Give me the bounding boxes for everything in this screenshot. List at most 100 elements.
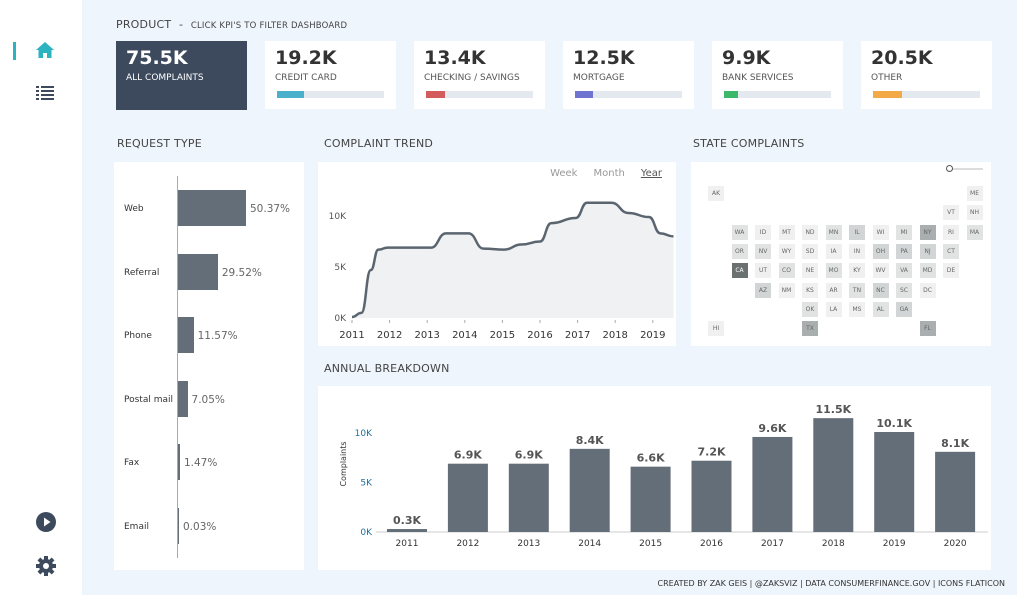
annual-bar[interactable] [508,463,549,532]
request-label: Phone [124,331,152,341]
state-tile[interactable]: OH [872,243,889,259]
state-tile[interactable]: NE [802,263,818,279]
request-bar[interactable] [178,507,179,544]
kpi-share-fill [426,91,446,98]
request-bar[interactable] [178,190,246,226]
annual-bar[interactable] [569,448,610,532]
request-bar[interactable] [178,317,194,353]
state-tile[interactable]: DC [919,282,936,298]
state-tile[interactable]: AR [825,282,842,298]
kpi-share-bar [873,91,980,98]
kpi-card[interactable]: 12.5K MORTGAGE [563,41,694,109]
annual-bar[interactable] [874,432,915,532]
state-tile[interactable]: MI [896,224,912,240]
annual-bar[interactable] [935,451,976,532]
request-label: Postal mail [124,394,173,405]
kpi-label: CHECKING / SAVINGS [424,73,520,83]
product-title: PRODUCT [116,18,172,31]
state-tile[interactable]: MD [919,263,936,279]
kpi-card[interactable]: 75.5K ALL COMPLAINTS [116,41,247,110]
state-tile[interactable]: OK [802,301,818,317]
state-tile[interactable]: AZ [755,282,771,298]
gear-icon[interactable] [36,556,56,576]
kpi-label: MORTGAGE [573,73,625,83]
state-tile[interactable]: TN [849,282,865,298]
state-tile[interactable]: CA [731,263,748,279]
state-tile[interactable]: NJ [919,243,936,259]
complaint-trend-panel: Week Month Year 0K 5K 10K 2011 2012 2013 2014 201… [318,162,676,346]
kpi-share-bar [575,91,682,98]
annual-bar[interactable] [813,418,854,532]
state-tile[interactable]: MS [849,301,865,317]
state-tile[interactable]: PA [896,243,912,259]
x-tick-label: 2013 [414,330,439,341]
state-tile[interactable]: WA [731,224,748,240]
state-tile[interactable]: ND [802,224,818,240]
bar-value-label: 11.5K [815,403,851,416]
request-bar[interactable] [178,444,180,480]
request-bar[interactable] [178,253,218,290]
state-tile[interactable]: TX [802,321,818,337]
request-label: Email [124,521,149,532]
state-tile[interactable]: UT [755,263,771,279]
state-tile[interactable]: NV [755,243,771,259]
state-tile[interactable]: KS [802,282,818,298]
kpi-card[interactable]: 20.5K OTHER [861,41,992,109]
bar-value-label: 6.6K [637,452,665,465]
annual-breakdown-title: ANNUAL BREAKDOWN [324,362,450,375]
home-icon[interactable] [35,41,55,59]
annual-bar[interactable] [447,463,488,532]
annual-bar[interactable] [387,529,427,532]
state-tile[interactable]: HI [708,321,724,337]
state-tile[interactable]: MT [778,224,795,240]
state-tile[interactable]: VA [896,263,912,279]
state-tile[interactable]: LA [825,301,842,317]
state-tile[interactable]: GA [896,301,912,317]
x-tick-label: 2017 [761,539,784,549]
state-tile[interactable]: SD [802,243,818,259]
kpi-card[interactable]: 13.4K CHECKING / SAVINGS [414,41,545,109]
trend-chart: 0K 5K 10K 2011 2012 2013 2014 2015 2016 2017 2018 2… [329,201,674,341]
kpi-card[interactable]: 9.9K BANK SERVICES [712,41,843,109]
state-tile[interactable]: ME [966,186,983,201]
state-tile[interactable]: AK [708,186,724,201]
state-tile[interactable]: FL [919,321,936,337]
request-value: 1.47% [183,457,218,469]
state-tile[interactable]: NH [966,205,983,221]
x-tick-label: 2014 [578,539,601,549]
state-tile[interactable]: SC [896,282,912,298]
state-tile[interactable]: VT [943,205,959,221]
state-tile[interactable]: NC [872,282,889,298]
list-icon[interactable] [36,85,54,101]
kpi-share-fill [575,91,594,98]
state-tile[interactable]: NY [919,224,936,240]
state-tile[interactable]: ID [755,224,771,240]
request-bar[interactable] [178,380,188,417]
annual-bar[interactable] [691,460,732,532]
state-tile[interactable]: MN [825,224,842,240]
state-tile[interactable]: IL [849,224,865,240]
state-tile[interactable]: IA [825,243,842,259]
state-tile[interactable]: CO [778,263,795,279]
state-tile[interactable]: OR [731,243,748,259]
state-tile[interactable]: MO [825,263,842,279]
state-tile[interactable]: AL [872,301,889,317]
state-tile[interactable]: WV [872,263,889,279]
state-tile[interactable]: WY [778,243,795,259]
state-tile[interactable]: KY [849,263,865,279]
state-tile[interactable]: WI [872,224,889,240]
state-tile[interactable]: MA [966,224,983,240]
state-tile[interactable]: IN [849,243,865,259]
state-tile[interactable]: DE [943,263,959,279]
annual-bar[interactable] [630,466,671,532]
zoom-slider-track[interactable] [949,168,983,170]
x-tick-label: 2019 [640,330,665,341]
zoom-slider-handle[interactable] [946,165,953,172]
play-icon[interactable] [36,512,56,532]
state-tile[interactable]: NM [778,282,795,298]
annual-bar[interactable] [752,436,793,532]
state-tile[interactable]: RI [943,224,959,240]
kpi-card[interactable]: 19.2K CREDIT CARD [265,41,396,109]
state-tile[interactable]: CT [943,243,959,259]
x-tick-label: 2011 [396,539,419,549]
